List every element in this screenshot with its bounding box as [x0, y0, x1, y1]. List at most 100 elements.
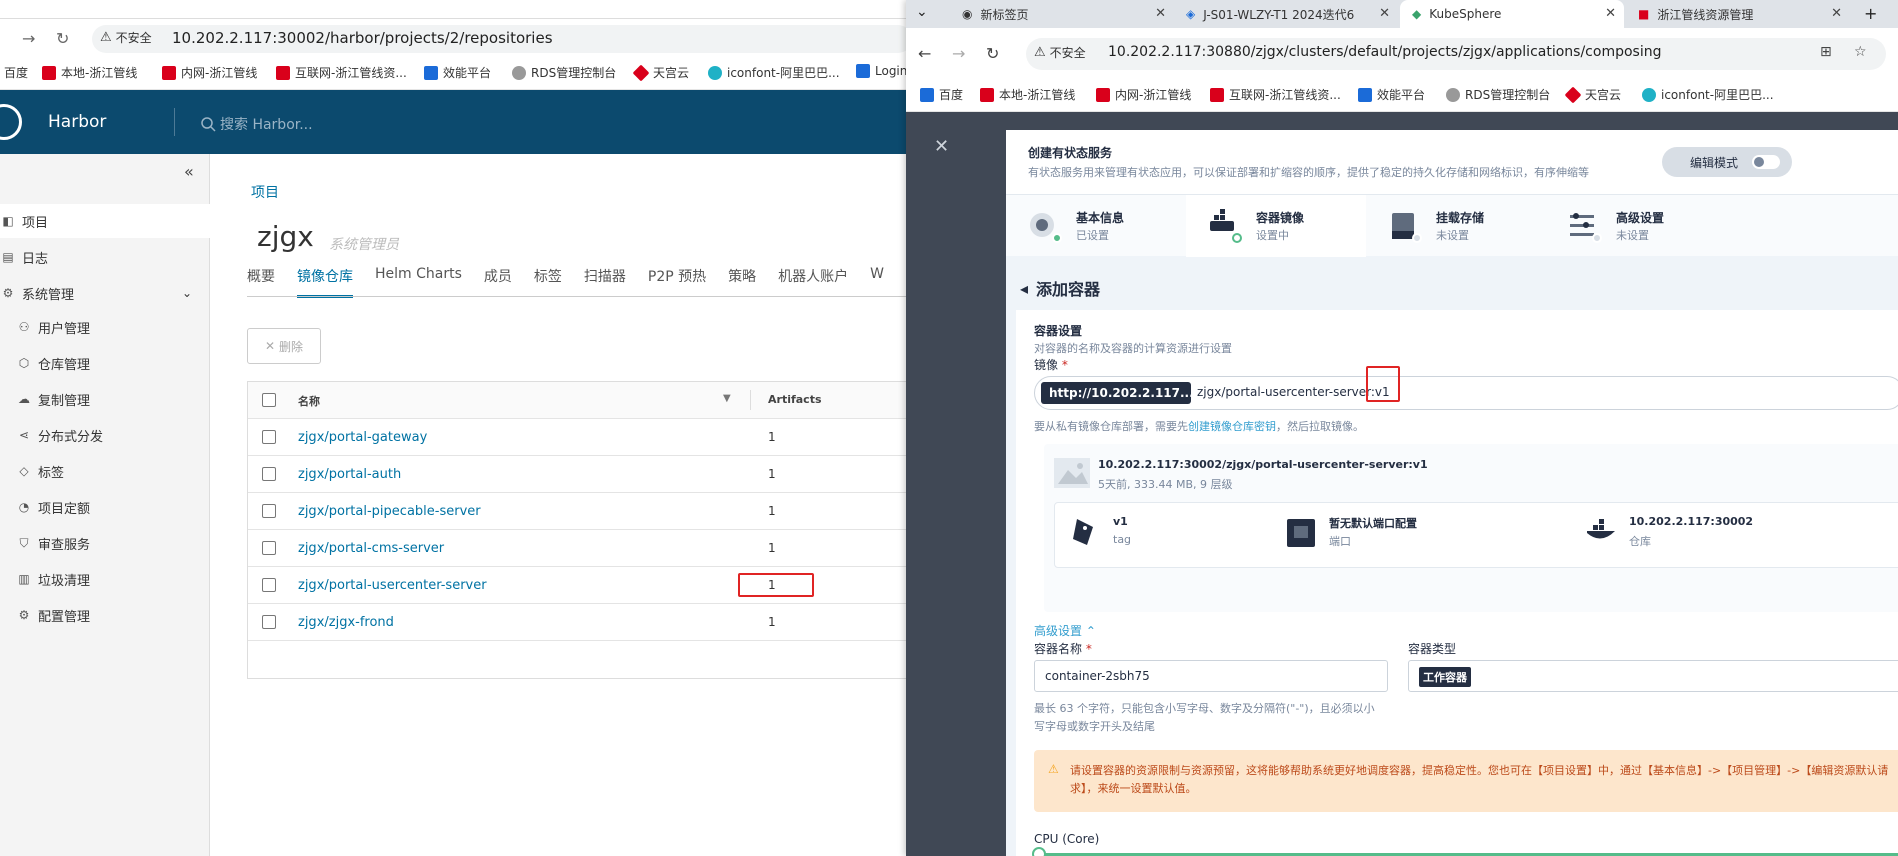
browser-tab-jira[interactable]: ◈ J-S01-WLZY-T1 2024迭代6 ✕	[1174, 0, 1398, 28]
insecure-badge[interactable]: ⚠ 不安全	[1034, 44, 1086, 61]
forward-icon[interactable]: →	[22, 29, 35, 48]
breadcrumb[interactable]: 项目	[251, 182, 279, 202]
row-checkbox[interactable]	[262, 541, 276, 555]
tab-members[interactable]: 成员	[484, 266, 512, 292]
bookmark-local[interactable]: 本地-浙江管线	[42, 64, 137, 81]
sidebar-item-logs[interactable]: ▤ 日志	[0, 240, 210, 274]
sidebar-item-labels[interactable]: ◇ 标签	[0, 454, 210, 488]
back-arrow-icon[interactable]: ◂	[1020, 279, 1028, 298]
step-volumes[interactable]: 挂载存储 未设置	[1366, 195, 1546, 257]
step-container-image[interactable]: 容器镜像 设置中	[1186, 195, 1366, 257]
bookmark-baidu[interactable]: 百度	[4, 64, 28, 81]
reload-icon[interactable]: ↻	[56, 29, 69, 48]
bookmark-rds[interactable]: RDS管理控制台	[512, 64, 616, 81]
forward-icon[interactable]: →	[952, 44, 965, 63]
url-text[interactable]: 10.202.2.117:30880/zjgx/clusters/default…	[1108, 44, 1661, 60]
bookmark-local[interactable]: 本地-浙江管线	[980, 86, 1075, 103]
cpu-slider-handle[interactable]	[1032, 847, 1046, 856]
close-tab-icon[interactable]: ✕	[1379, 6, 1390, 21]
close-tab-icon[interactable]: ✕	[1831, 6, 1842, 21]
tab-helm-charts[interactable]: Helm Charts	[375, 266, 462, 292]
add-container-heading[interactable]: ◂ 添加容器	[1020, 276, 1100, 300]
tab-list-icon[interactable]: ⌄	[916, 4, 928, 20]
sidebar-item-admin[interactable]: ⚙ 系统管理 ⌄	[0, 276, 210, 310]
column-artifacts-header[interactable]: Artifacts	[768, 393, 822, 406]
tab-robot-accounts[interactable]: 机器人账户	[778, 266, 848, 292]
create-secret-link[interactable]: 创建镜像仓库密钥	[1188, 420, 1276, 433]
registry-select[interactable]: http://10.202.2.117... ⌄	[1041, 382, 1210, 404]
tab-scanner[interactable]: 扫描器	[584, 266, 626, 292]
bookmark-login[interactable]: Login	[856, 64, 906, 78]
sidebar-item-quotas[interactable]: ◔ 项目定额	[0, 490, 210, 524]
repository-link[interactable]: zjgx/portal-usercenter-server	[298, 578, 487, 593]
tab-webhooks[interactable]: W	[870, 266, 884, 292]
harbor-main: 项目 zjgx 系统管理员 概要 镜像仓库 Helm Charts 成员 标签 …	[211, 154, 906, 856]
browser-tab-kubesphere[interactable]: ◆ KubeSphere ✕	[1400, 0, 1624, 28]
repository-link[interactable]: zjgx/portal-gateway	[298, 430, 427, 445]
artifacts-count: 1	[768, 615, 776, 629]
repository-link[interactable]: zjgx/portal-auth	[298, 467, 401, 482]
browser-tab-newtab[interactable]: ◉ 新标签页 ✕	[950, 0, 1174, 28]
select-all-checkbox[interactable]	[262, 393, 276, 407]
close-icon[interactable]: ✕	[934, 136, 949, 157]
section-description: 对容器的名称及容器的计算资源进行设置	[1034, 342, 1232, 355]
repository-link[interactable]: zjgx/portal-cms-server	[298, 541, 444, 556]
sidebar-item-config[interactable]: ⚙ 配置管理	[0, 598, 210, 632]
bookmark-iconfont[interactable]: iconfont-阿里巴巴...	[708, 64, 840, 81]
tab-labels[interactable]: 标签	[534, 266, 562, 292]
bookmark-efficiency[interactable]: 效能平台	[424, 64, 491, 81]
sidebar-item-replication[interactable]: ☁ 复制管理	[0, 382, 210, 416]
bookmark-intranet[interactable]: 内网-浙江管线	[162, 64, 257, 81]
close-tab-icon[interactable]: ✕	[1155, 6, 1166, 21]
step-advanced[interactable]: 高级设置 未设置	[1546, 195, 1726, 257]
sidebar-item-users[interactable]: ⚇ 用户管理	[0, 310, 210, 344]
container-name-input[interactable]: container-2sbh75	[1034, 660, 1388, 692]
repository-link[interactable]: zjgx/zjgx-frond	[298, 615, 394, 630]
app-title[interactable]: Harbor	[48, 112, 106, 132]
bookmark-internet[interactable]: 互联网-浙江管线资...	[1210, 86, 1341, 103]
row-checkbox[interactable]	[262, 504, 276, 518]
row-checkbox[interactable]	[262, 467, 276, 481]
column-name-header[interactable]: 名称	[298, 393, 320, 409]
sidebar-item-projects[interactable]: ◧ 项目	[0, 204, 210, 238]
tab-summary[interactable]: 概要	[247, 266, 275, 292]
insecure-badge[interactable]: ⚠ 不安全	[100, 29, 152, 46]
sidebar-item-registries[interactable]: ⬡ 仓库管理	[0, 346, 210, 380]
row-checkbox[interactable]	[262, 430, 276, 444]
browser-tab-resource[interactable]: ■ 浙江管线资源管理 ✕	[1626, 0, 1850, 28]
sidebar-item-gc[interactable]: ▥ 垃圾清理	[0, 562, 210, 596]
reload-icon[interactable]: ↻	[986, 44, 999, 63]
container-type-select[interactable]: 工作容器 ▼	[1408, 660, 1898, 692]
bookmark-intranet[interactable]: 内网-浙江管线	[1096, 86, 1191, 103]
filter-icon[interactable]: ▼	[723, 393, 731, 404]
sidebar-item-interrogation[interactable]: ⛉ 审查服务	[0, 526, 210, 560]
collapse-sidebar-icon[interactable]: «	[184, 162, 194, 181]
bookmark-iconfont[interactable]: iconfont-阿里巴巴...	[1642, 86, 1774, 103]
close-tab-icon[interactable]: ✕	[1605, 6, 1616, 21]
step-basic-info[interactable]: 基本信息 已设置	[1006, 195, 1186, 257]
new-tab-icon[interactable]: +	[1864, 4, 1877, 23]
star-icon[interactable]: ☆	[1854, 44, 1867, 60]
sidebar-item-distribution[interactable]: ⋖ 分布式分发	[0, 418, 210, 452]
bookmark-tiangong[interactable]: 天宫云	[632, 64, 689, 81]
bookmark-internet[interactable]: 互联网-浙江管线资...	[276, 64, 407, 81]
back-icon[interactable]: ←	[918, 44, 931, 63]
bookmark-baidu[interactable]: 百度	[920, 86, 963, 103]
url-text[interactable]: 10.202.2.117:30002/harbor/projects/2/rep…	[172, 29, 553, 47]
image-input[interactable]: http://10.202.2.117... ⌄ zjgx/portal-user…	[1034, 376, 1898, 410]
edit-mode-toggle[interactable]: 编辑模式	[1662, 147, 1792, 177]
bookmark-efficiency[interactable]: 效能平台	[1358, 86, 1425, 103]
toggle-switch[interactable]	[1752, 155, 1780, 169]
row-checkbox[interactable]	[262, 615, 276, 629]
tab-policy[interactable]: 策略	[728, 266, 756, 292]
bookmark-rds[interactable]: RDS管理控制台	[1446, 86, 1550, 103]
tab-repositories[interactable]: 镜像仓库	[297, 266, 353, 298]
bookmark-tiangong[interactable]: 天宫云	[1564, 86, 1621, 103]
row-checkbox[interactable]	[262, 578, 276, 592]
translate-icon[interactable]: ⊞	[1820, 44, 1832, 60]
repository-link[interactable]: zjgx/portal-pipecable-server	[298, 504, 481, 519]
delete-button[interactable]: ✕ 删除	[247, 328, 321, 364]
tab-p2p[interactable]: P2P 预热	[648, 266, 706, 292]
advanced-settings-toggle[interactable]: 高级设置 ⌃	[1034, 622, 1096, 639]
search-input[interactable]: 搜索 Harbor...	[200, 114, 313, 134]
